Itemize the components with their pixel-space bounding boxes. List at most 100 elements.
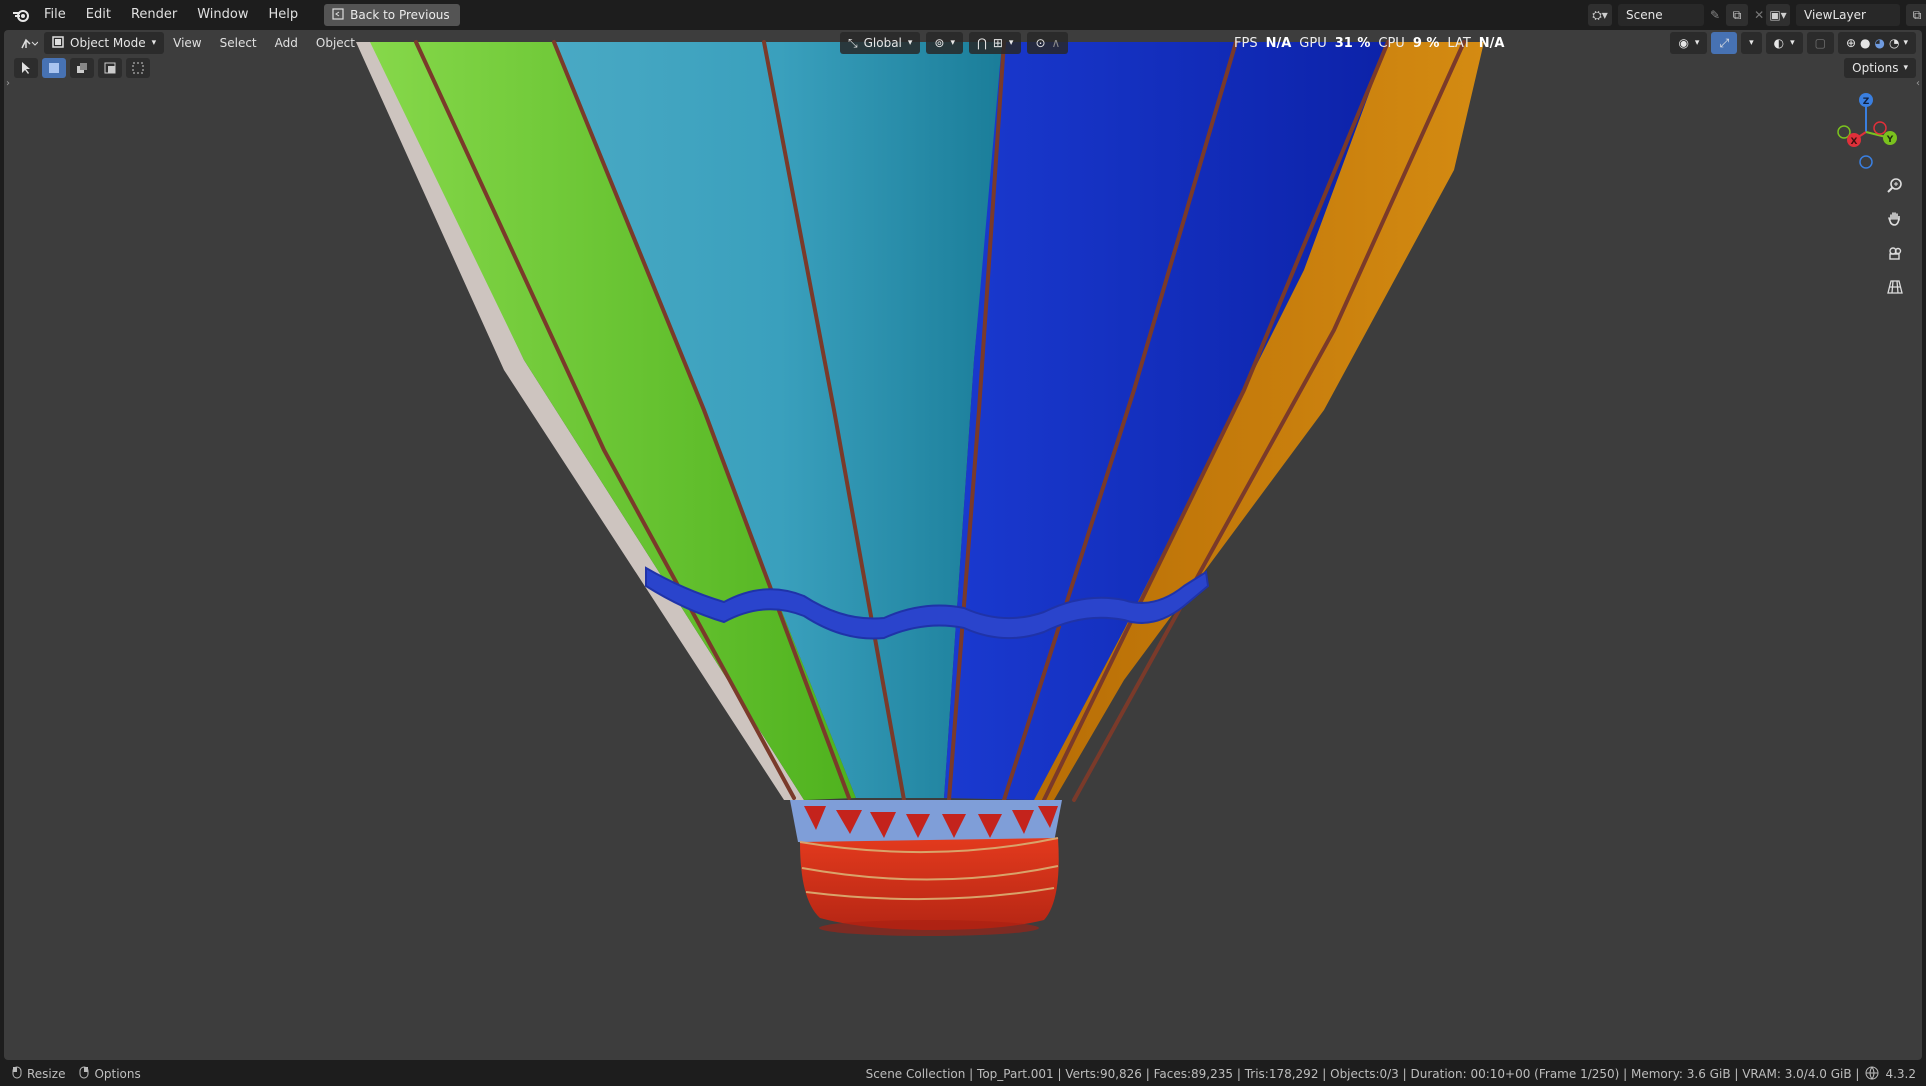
eye-icon: ◉: [1678, 36, 1689, 50]
navigation-tools: [1882, 172, 1908, 300]
zoom-icon[interactable]: [1882, 172, 1908, 198]
orientation-icon: ⤡: [848, 35, 858, 50]
solid-shading-icon[interactable]: ●: [1860, 36, 1870, 50]
menu-edit[interactable]: Edit: [76, 0, 121, 30]
view-layer-icon[interactable]: ▣▾: [1766, 4, 1790, 26]
chevron-down-icon: ▾: [1790, 38, 1795, 48]
editor-type-icon[interactable]: [14, 32, 44, 54]
select-box-tool-icon[interactable]: [14, 58, 38, 78]
viewport-menu-view[interactable]: View: [164, 36, 210, 50]
proportional-editing-toggle[interactable]: ⊙ ∧: [1027, 32, 1069, 54]
viewport-display-tools: ◉ ▾ ⤢ ▾ ◐ ▾ ▢ ⊕ ● ◕ ◔ ▾: [1670, 32, 1916, 54]
chevron-down-icon: ▾: [907, 38, 913, 48]
back-icon: [332, 7, 344, 23]
network-icon: [1865, 1066, 1879, 1083]
gpu-value: 31 %: [1334, 35, 1371, 51]
viewport-menu-add[interactable]: Add: [266, 36, 307, 50]
object-mode-label: Object Mode: [70, 36, 146, 50]
back-to-previous-label: Back to Previous: [350, 8, 450, 22]
fps-label: FPS: [1234, 35, 1258, 51]
delete-scene-icon[interactable]: ✕: [1754, 8, 1764, 22]
pan-hand-icon[interactable]: [1882, 206, 1908, 232]
wireframe-shading-icon[interactable]: ⊕: [1846, 36, 1856, 50]
chevron-down-icon: ▾: [1749, 38, 1754, 48]
menu-file[interactable]: File: [34, 0, 76, 30]
sidebar-expand-arrow-icon[interactable]: ‹: [1916, 78, 1920, 89]
3d-viewport[interactable]: Object Mode ▾ View Select Add Object ⤡ G…: [4, 30, 1922, 1060]
menu-window[interactable]: Window: [187, 0, 258, 30]
pivot-point-dropdown[interactable]: ⊚ ▾: [926, 32, 964, 54]
new-view-layer-icon[interactable]: ⧉: [1906, 4, 1926, 26]
object-mode-dropdown[interactable]: Object Mode ▾: [44, 32, 165, 54]
snapping-toggle[interactable]: ⋂ ⊞ ▾: [969, 32, 1022, 54]
viewport-menu-object[interactable]: Object: [307, 36, 364, 50]
xray-icon: ▢: [1814, 36, 1826, 50]
mouse-left-icon: [12, 1066, 22, 1082]
overlays-icon: ◐: [1773, 36, 1785, 50]
view-layer-name-field[interactable]: ViewLayer: [1796, 4, 1900, 26]
resize-label: Resize: [27, 1067, 66, 1081]
overlays-toggle[interactable]: ◐ ▾: [1765, 32, 1803, 54]
pivot-icon: ⊚: [934, 36, 945, 50]
menu-render[interactable]: Render: [121, 0, 187, 30]
select-extend-icon[interactable]: [70, 58, 94, 78]
options-hint-label: Options: [94, 1067, 141, 1081]
rendered-shading-icon[interactable]: ◔: [1889, 36, 1899, 50]
select-new-icon[interactable]: [42, 58, 66, 78]
chevron-down-icon[interactable]: ▾: [1903, 38, 1908, 48]
chevron-down-icon: ▾: [1008, 38, 1014, 48]
options-hint: Options: [79, 1066, 141, 1082]
gizmo-z-label: Z: [1863, 97, 1870, 107]
transform-orientation-label: Global: [863, 36, 902, 50]
camera-view-icon[interactable]: [1882, 240, 1908, 266]
chevron-down-icon: ▾: [1694, 38, 1700, 48]
gizmo-toggle[interactable]: ⤢: [1711, 32, 1738, 54]
gizmo-icon: ⤢: [1719, 35, 1730, 50]
scene-name-field[interactable]: Scene: [1618, 4, 1704, 26]
options-label: Options: [1852, 61, 1899, 75]
gizmo-dropdown[interactable]: ▾: [1741, 32, 1762, 54]
viewport-options-dropdown[interactable]: Options ▾: [1844, 58, 1916, 78]
select-invert-icon[interactable]: [126, 58, 150, 78]
select-subtract-icon[interactable]: [98, 58, 122, 78]
transform-orientation-dropdown[interactable]: ⤡ Global ▾: [840, 32, 921, 54]
hot-air-balloon-model[interactable]: [4, 30, 1922, 1060]
gpu-label: GPU: [1299, 35, 1327, 51]
visibility-dropdown[interactable]: ◉ ▾: [1670, 32, 1708, 54]
cpu-label: CPU: [1378, 35, 1405, 51]
material-preview-shading-icon[interactable]: ◕: [1875, 36, 1885, 50]
back-to-previous-button[interactable]: Back to Previous: [324, 4, 460, 26]
lat-value: N/A: [1478, 35, 1505, 51]
blender-version: 4.3.2: [1885, 1067, 1916, 1081]
object-mode-icon: [52, 35, 64, 51]
blender-logo-icon[interactable]: [8, 0, 34, 30]
scene-type-icon[interactable]: ⛭▾: [1588, 4, 1612, 26]
new-scene-icon[interactable]: ⧉: [1726, 4, 1749, 26]
gizmo-y-label: Y: [1886, 135, 1894, 145]
chevron-down-icon: ▾: [1903, 63, 1908, 73]
chevron-down-icon: ▾: [950, 38, 956, 48]
shading-modes: ⊕ ● ◕ ◔ ▾: [1837, 32, 1916, 54]
pin-icon[interactable]: ✎: [1710, 8, 1720, 22]
scene-statistics: Scene Collection | Top_Part.001 | Verts:…: [865, 1067, 1860, 1081]
top-menu-bar: File Edit Render Window Help Back to Pre…: [0, 0, 1926, 30]
selection-mode-buttons: [14, 58, 150, 78]
xray-toggle[interactable]: ▢: [1806, 32, 1834, 54]
viewport-menu-select[interactable]: Select: [211, 36, 266, 50]
snap-target-icon: ⊞: [992, 36, 1003, 50]
resize-hint: Resize: [12, 1066, 65, 1082]
status-bar: Resize Options Scene Collection | Top_Pa…: [0, 1062, 1926, 1086]
magnet-icon: ⋂: [977, 36, 987, 50]
cpu-value: 9 %: [1412, 35, 1440, 51]
navigation-gizmo[interactable]: Z X Y: [1826, 88, 1906, 178]
scene-selector: ⛭▾ Scene ✎ ⧉ ✕: [1588, 4, 1764, 26]
proportional-editing-icon: ⊙: [1035, 36, 1046, 50]
lat-label: LAT: [1447, 35, 1471, 51]
menu-help[interactable]: Help: [259, 0, 309, 30]
toolbar-expand-arrow-icon[interactable]: ›: [6, 78, 10, 89]
mouse-right-icon: [79, 1066, 89, 1082]
transform-tools: ⤡ Global ▾ ⊚ ▾ ⋂ ⊞ ▾ ⊙ ∧: [840, 32, 1069, 54]
perspective-grid-icon[interactable]: [1882, 274, 1908, 300]
view-layer-selector: ▣▾ ViewLayer ⧉ ✕: [1766, 4, 1926, 26]
fps-value: N/A: [1265, 35, 1292, 51]
